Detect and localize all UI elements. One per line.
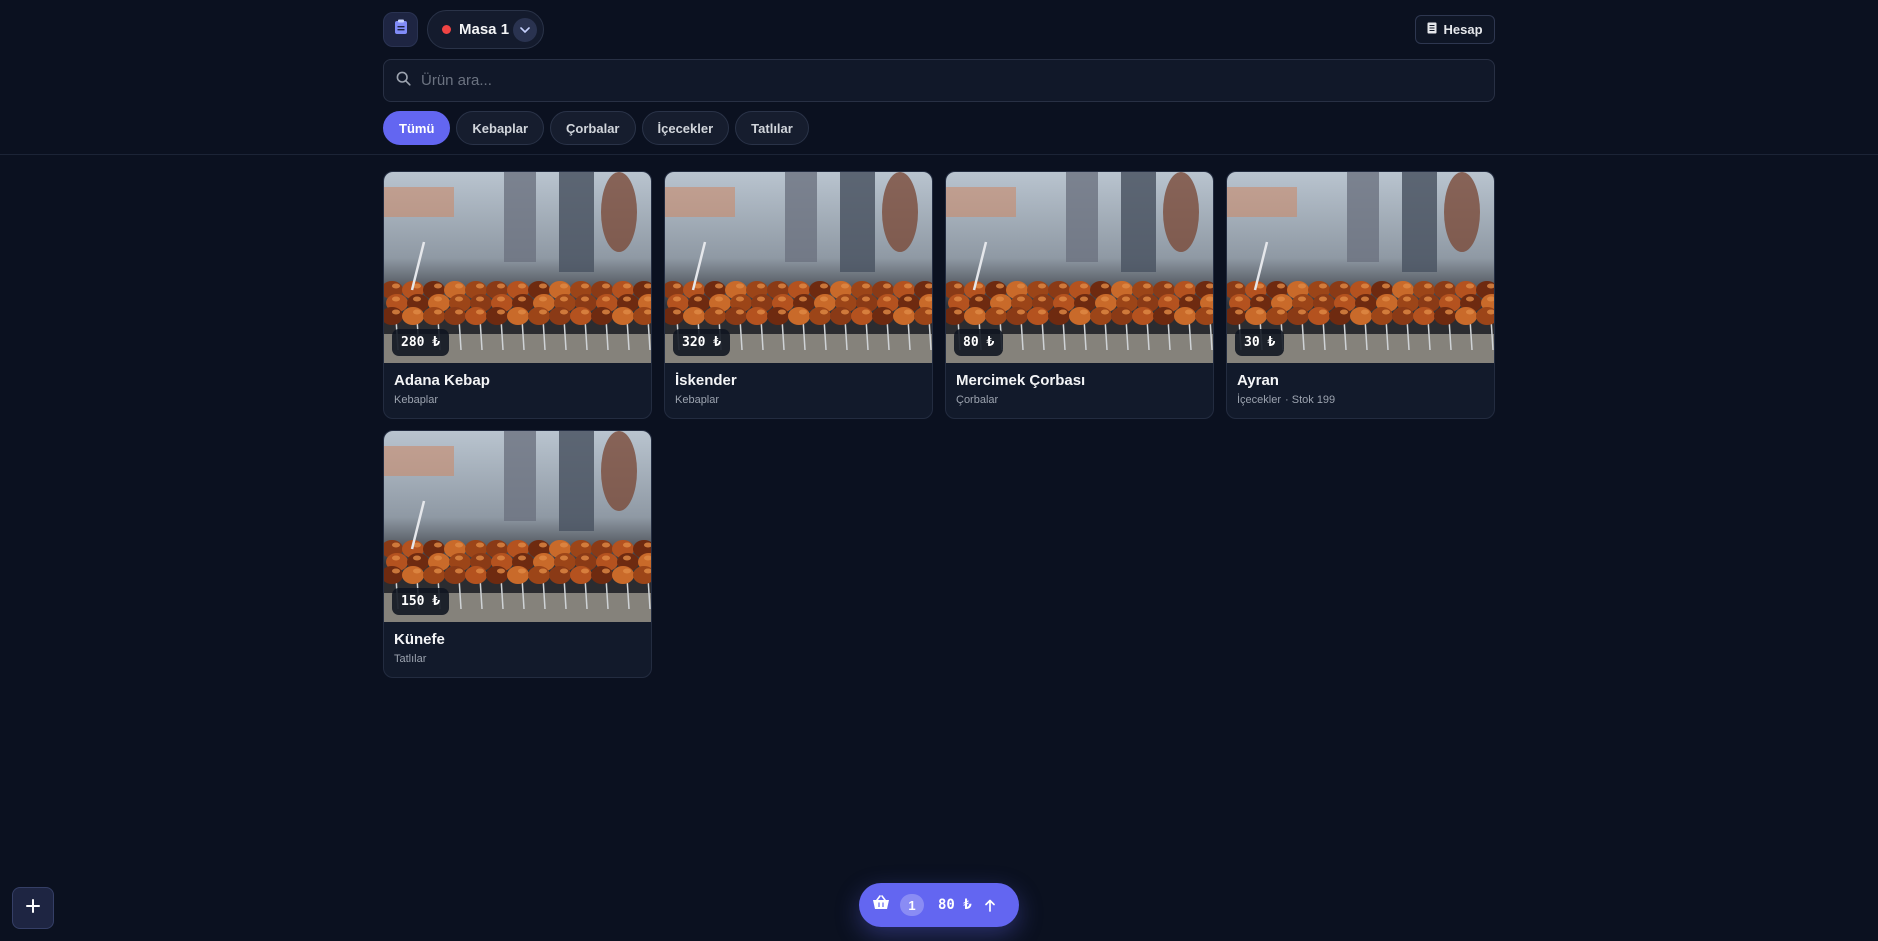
product-stock: · Stok 199 — [1285, 394, 1336, 406]
product-name: İskender — [675, 372, 737, 389]
product-category: İçecekler — [1237, 394, 1282, 406]
top-bar: Masa 1 Hesap — [383, 10, 1495, 50]
basket-icon — [872, 895, 890, 915]
top-header: Masa 1 Hesap Tü — [0, 0, 1878, 155]
tab-tumu[interactable]: Tümü — [383, 111, 451, 145]
table-label: Masa 1 — [459, 21, 510, 38]
price-badge: 30 ₺ — [1235, 329, 1285, 356]
search-bar — [383, 59, 1495, 102]
product-category: Kebaplar — [675, 394, 720, 406]
price-badge: 150 ₺ — [392, 588, 450, 615]
product-card[interactable]: 280 ₺ Adana Kebap Kebaplar — [383, 171, 652, 419]
product-name: Ayran — [1237, 372, 1279, 389]
price-badge: 320 ₺ — [673, 329, 731, 356]
product-card[interactable]: 30 ₺ Ayran İçecekler · Stok 199 — [1226, 171, 1495, 419]
search-input[interactable] — [421, 72, 1421, 89]
clipboard-icon — [394, 19, 408, 40]
product-card[interactable]: 320 ₺ İskender Kebaplar — [664, 171, 933, 419]
product-category: Kebaplar — [394, 394, 439, 406]
cart-total: 80 ₺ — [938, 897, 972, 913]
account-button[interactable]: Hesap — [1415, 15, 1495, 44]
account-label: Hesap — [1443, 22, 1483, 37]
product-category: Çorbalar — [956, 394, 999, 406]
search-icon — [396, 71, 411, 91]
product-name: Adana Kebap — [394, 372, 490, 389]
orders-button[interactable] — [383, 12, 418, 47]
chevron-down-icon[interactable] — [513, 18, 537, 42]
add-button[interactable] — [12, 887, 54, 929]
tab-corbalar[interactable]: Çorbalar — [550, 111, 636, 145]
product-card[interactable]: 80 ₺ Mercimek Çorbası Çorbalar — [945, 171, 1214, 419]
cart-count-badge: 1 — [900, 894, 924, 916]
price-badge: 80 ₺ — [954, 329, 1004, 356]
cart-bar[interactable]: 1 80 ₺ — [859, 883, 1019, 927]
product-card[interactable]: 150 ₺ Künefe Tatlılar — [383, 430, 652, 678]
category-tabs: Tümü Kebaplar Çorbalar İçecekler Tatlıla… — [383, 111, 809, 145]
table-status-dot — [442, 25, 451, 34]
receipt-icon — [1427, 22, 1437, 37]
plus-icon — [26, 898, 40, 918]
tab-icecekler[interactable]: İçecekler — [641, 111, 730, 145]
arrow-up-icon[interactable] — [984, 899, 996, 912]
tab-kebaplar[interactable]: Kebaplar — [456, 111, 545, 145]
product-name: Künefe — [394, 631, 445, 648]
price-badge: 280 ₺ — [392, 329, 450, 356]
product-name: Mercimek Çorbası — [956, 372, 1086, 389]
tab-tatlilar[interactable]: Tatlılar — [735, 111, 809, 145]
product-category: Tatlılar — [394, 653, 427, 665]
table-selector[interactable]: Masa 1 — [427, 10, 544, 49]
